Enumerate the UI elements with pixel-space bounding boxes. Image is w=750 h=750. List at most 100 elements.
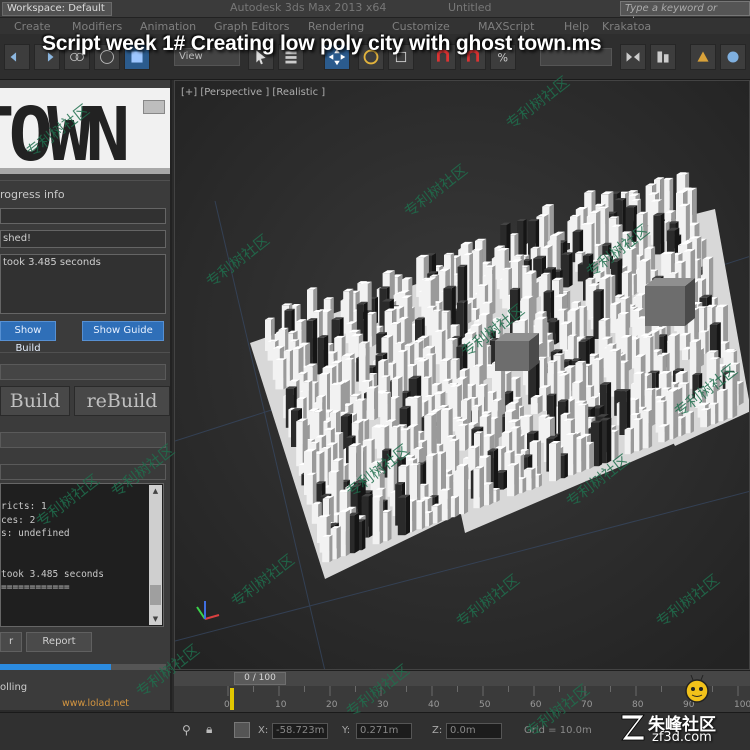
building	[312, 318, 318, 368]
mirror-icon[interactable]	[620, 44, 646, 70]
pin-icon[interactable]: ⚲	[182, 723, 194, 739]
building	[306, 475, 313, 505]
timeline-tick-label: 40	[428, 700, 440, 710]
workspace-dropdown[interactable]: Workspace: Default	[2, 2, 112, 16]
building	[473, 468, 480, 509]
building	[537, 395, 543, 414]
building	[723, 388, 728, 422]
x-label: X:	[258, 725, 269, 736]
building	[465, 423, 469, 451]
guide-block	[685, 278, 695, 326]
logo-text: TOWN	[0, 92, 130, 174]
build-button[interactable]: Build	[0, 386, 70, 416]
render-setup-icon[interactable]	[690, 44, 716, 70]
lock-icon[interactable]: 🔒︎	[206, 722, 220, 738]
building	[630, 427, 634, 455]
guide-block	[495, 341, 529, 371]
building	[700, 410, 708, 428]
building	[312, 472, 317, 505]
viewport-label[interactable]: [+] [Perspective ] [Realistic ]	[181, 87, 325, 98]
building	[489, 482, 494, 506]
clear-button[interactable]: r	[0, 632, 22, 652]
building	[690, 411, 694, 434]
rollout-header[interactable]	[0, 364, 166, 380]
rebuild-button[interactable]: reBuild	[74, 386, 170, 416]
ghost-town-logo: TOWN	[0, 88, 170, 174]
logo-tag	[143, 100, 165, 114]
building	[354, 512, 360, 554]
time-slider[interactable]: 0 / 100	[234, 672, 286, 685]
building	[492, 265, 496, 315]
building	[421, 500, 426, 530]
building	[476, 308, 480, 321]
building	[468, 302, 472, 324]
app-window: Workspace: Default Autodesk 3ds Max 2013…	[0, 0, 750, 750]
progress-field-empty	[0, 208, 166, 224]
building	[374, 386, 379, 420]
z-coordinate-field[interactable]: 0.0m	[446, 723, 502, 739]
building	[682, 349, 689, 360]
building	[559, 324, 568, 351]
building	[469, 252, 473, 302]
building	[362, 519, 366, 551]
building	[619, 391, 627, 435]
building	[275, 360, 284, 390]
logo-underline	[0, 168, 170, 174]
x-coordinate-field[interactable]: -58.723m	[272, 723, 328, 739]
undo-icon[interactable]	[4, 44, 30, 70]
building	[379, 495, 384, 545]
rollout-header[interactable]	[0, 432, 166, 448]
building	[322, 536, 330, 563]
listener-scrollbar[interactable]: ▲ ▼	[149, 485, 162, 625]
timeline-tick-label: 60	[530, 700, 542, 710]
website-link[interactable]: www.lolad.net	[62, 698, 129, 709]
y-coordinate-field[interactable]: 0.271m	[356, 723, 412, 739]
menu-krakatoa[interactable]: Krakatoa	[602, 20, 651, 33]
building	[479, 466, 484, 509]
timeline-tick-label: 0	[224, 700, 230, 710]
building	[336, 470, 340, 518]
building	[366, 388, 375, 420]
building	[537, 440, 541, 478]
timeline-tick-label: 80	[632, 700, 644, 710]
scrollbar-thumb[interactable]	[150, 585, 161, 605]
building	[496, 488, 500, 503]
progress-info-label: rogress info	[0, 188, 65, 201]
timeline-tick-label: 10	[275, 700, 287, 710]
time-slider-bar[interactable]: 0 / 100	[174, 670, 750, 686]
help-search-input[interactable]: Type a keyword or phrase	[620, 1, 750, 27]
scroll-up-icon[interactable]: ▲	[149, 485, 162, 497]
script-listener[interactable]: ricts: 1 ces: 2 s: undefined took 3.485 …	[0, 483, 164, 627]
z-label: Z:	[432, 725, 443, 736]
building	[673, 388, 679, 440]
building	[317, 337, 324, 375]
document-title: Untitled	[448, 1, 492, 14]
app-title: Autodesk 3ds Max 2013 x64	[230, 1, 387, 14]
guide-block	[645, 286, 685, 326]
building	[614, 429, 619, 461]
timeline-tick-label: 30	[377, 700, 389, 710]
building	[664, 424, 670, 443]
building	[555, 319, 560, 345]
building	[371, 311, 377, 347]
show-guide-button[interactable]: Show Guide	[82, 321, 164, 341]
title-bar: Workspace: Default Autodesk 3ds Max 2013…	[0, 0, 750, 27]
building	[686, 382, 690, 414]
listener-text: ricts: 1 ces: 2 s: undefined took 3.485 …	[1, 501, 104, 593]
building	[660, 212, 665, 255]
absolute-mode-icon[interactable]	[234, 722, 250, 738]
building	[397, 497, 406, 536]
show-build-button[interactable]: Show Build	[0, 321, 56, 354]
building	[556, 441, 561, 482]
perspective-viewport[interactable]: [+] [Perspective ] [Realistic ]	[174, 80, 750, 670]
building	[707, 408, 711, 428]
render-icon[interactable]	[720, 44, 746, 70]
track-bar[interactable]: 0 10 20 30 40 50 60 70 80 90 100	[174, 686, 750, 712]
grid-size-readout: Grid = 10.0m	[524, 725, 592, 736]
align-icon[interactable]	[650, 44, 676, 70]
rolling-label: olling	[0, 682, 28, 693]
scroll-down-icon[interactable]: ▼	[149, 613, 162, 625]
log-field: took 3.485 seconds	[0, 254, 166, 314]
report-button[interactable]: Report	[26, 632, 92, 652]
building	[464, 463, 469, 515]
